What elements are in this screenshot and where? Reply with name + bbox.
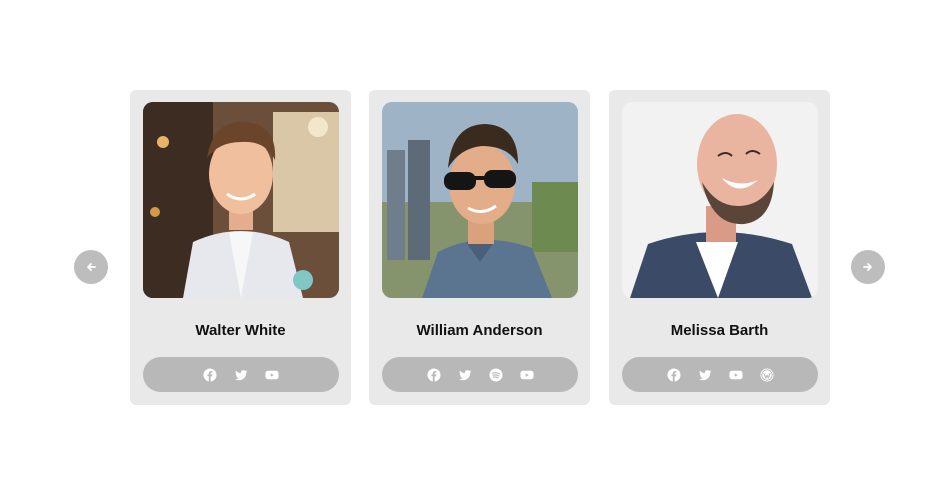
member-name: William Anderson xyxy=(416,322,543,339)
member-photo xyxy=(622,102,818,298)
next-slide-button[interactable] xyxy=(851,250,885,284)
youtube-icon[interactable] xyxy=(520,368,534,382)
prev-slide-button[interactable] xyxy=(74,250,108,284)
social-links xyxy=(143,357,339,392)
twitter-icon[interactable] xyxy=(458,368,472,382)
twitter-icon[interactable] xyxy=(234,368,248,382)
arrow-right-icon xyxy=(863,263,872,271)
member-name: Walter White xyxy=(195,322,286,339)
facebook-icon[interactable] xyxy=(667,368,681,382)
arrow-left-icon xyxy=(87,263,96,271)
team-member-card: William Anderson xyxy=(369,90,590,405)
spotify-icon[interactable] xyxy=(489,368,503,382)
social-links xyxy=(382,357,578,392)
member-name: Melissa Barth xyxy=(670,322,769,339)
team-member-card: Walter White xyxy=(130,90,351,405)
member-photo xyxy=(382,102,578,298)
facebook-icon[interactable] xyxy=(203,368,217,382)
wordpress-icon[interactable] xyxy=(760,368,774,382)
youtube-icon[interactable] xyxy=(729,368,743,382)
social-links xyxy=(622,357,818,392)
team-member-card: Melissa Barth xyxy=(609,90,830,405)
youtube-icon[interactable] xyxy=(265,368,279,382)
twitter-icon[interactable] xyxy=(698,368,712,382)
facebook-icon[interactable] xyxy=(427,368,441,382)
member-photo xyxy=(143,102,339,298)
